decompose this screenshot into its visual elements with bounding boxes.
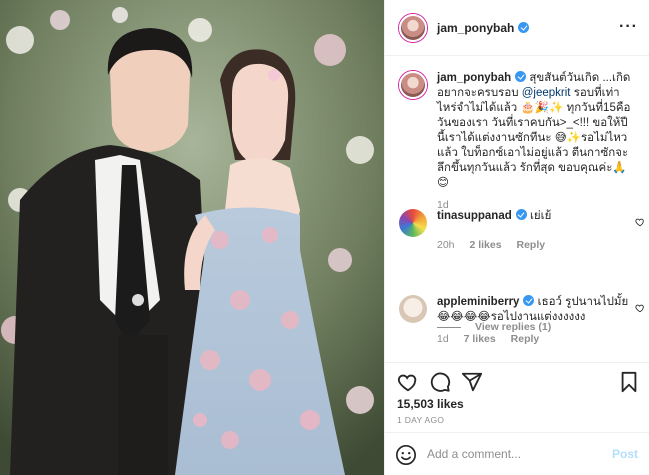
verified-badge-icon: [518, 22, 530, 33]
comment-text: เย่เย้: [529, 210, 552, 222]
post-header: jam_ponybah ···: [385, 0, 649, 56]
verified-badge-icon: [515, 209, 527, 220]
caption-text-rest: รอบที่เท่าไหร่จำไม่ได้แล้ว 🎂🎉✨ ทุกวันที่…: [437, 87, 631, 189]
save-button[interactable]: [616, 369, 642, 395]
post-date[interactable]: 1 DAY AGO: [397, 415, 444, 425]
verified-badge-icon: [515, 71, 527, 82]
post-side-panel: jam_ponybah ··· jam_ponybah สุขสันต์วันเ…: [384, 0, 649, 475]
share-icon: [461, 372, 483, 392]
reply-button[interactable]: Reply: [517, 239, 546, 251]
bookmark-icon: [621, 371, 637, 393]
comment-time[interactable]: 20h: [437, 239, 455, 251]
comment-username[interactable]: appleminiberry: [437, 296, 519, 308]
caption-username[interactable]: jam_ponybah: [437, 72, 511, 84]
emoji-icon[interactable]: [395, 444, 417, 466]
comment-like-heart-icon[interactable]: [635, 217, 645, 227]
comment-button[interactable]: [427, 369, 453, 395]
reply-button[interactable]: Reply: [511, 333, 540, 345]
comment-like-heart-icon[interactable]: [635, 303, 645, 313]
comment-body: appleminiberry เธอว์ รูปนานไปมั้ย😂😂😂😂รอไ…: [437, 295, 633, 347]
caption-mention[interactable]: @jeepkrit: [522, 87, 571, 99]
heart-icon: [397, 374, 417, 392]
comment-username[interactable]: tinasuppanad: [437, 210, 512, 222]
caption-body: jam_ponybah สุขสันต์วันเกิด ...เกิดอยากจ…: [437, 71, 633, 213]
comment-body: tinasuppanad เย่เย้ 20h 2 likes Reply: [437, 209, 633, 253]
post-button[interactable]: Post: [612, 447, 638, 461]
likes-count[interactable]: 15,503 likes: [397, 397, 464, 411]
comment-likes[interactable]: 2 likes: [469, 239, 501, 251]
comment-icon: [430, 372, 451, 392]
caption-avatar[interactable]: [399, 71, 427, 99]
comment-meta: 20h 2 likes Reply: [437, 238, 633, 253]
comment-likes[interactable]: 7 likes: [464, 333, 496, 345]
author-username[interactable]: jam_ponybah: [437, 21, 514, 35]
comment-avatar[interactable]: [399, 295, 427, 323]
add-comment-bar: Post: [385, 432, 649, 475]
author-avatar[interactable]: [399, 13, 427, 42]
action-icons: [395, 369, 485, 397]
comment-input[interactable]: [427, 443, 597, 465]
post-actions: 15,503 likes 1 DAY AGO: [385, 362, 649, 432]
post-image: [0, 0, 384, 475]
post-photo[interactable]: [0, 0, 384, 475]
comment-meta: 1d 7 likes Reply: [437, 332, 633, 347]
like-button[interactable]: [395, 369, 421, 395]
comment-avatar[interactable]: [399, 209, 427, 237]
more-options-icon[interactable]: ···: [619, 18, 638, 36]
share-button[interactable]: [459, 369, 485, 395]
comment-time[interactable]: 1d: [437, 333, 449, 345]
verified-badge-icon: [523, 295, 535, 306]
